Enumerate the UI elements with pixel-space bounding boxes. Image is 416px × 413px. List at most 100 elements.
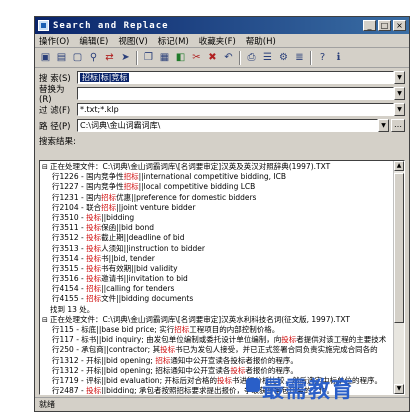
- result-row[interactable]: 行 3512 - 投标截止期||deadline of bid: [42, 233, 391, 243]
- options-icon[interactable]: ☰: [260, 50, 275, 65]
- result-row[interactable]: 行 4155 - 招标文件||bidding documents: [42, 294, 391, 304]
- file-header-row[interactable]: ⊟ 正在处理文件：C:\词典\金山词霸词库\[名词要审定]汉英水利科技名词(征文版…: [42, 315, 391, 325]
- settings-icon[interactable]: ⚙: [276, 50, 291, 65]
- path-input[interactable]: C:\词典\金山词霸词库\: [77, 119, 378, 132]
- results-pane[interactable]: ⊟ 正在处理文件：C:\词典\金山词霸词库\[名词要审定]汉英及英汉对照辞典(19…: [39, 160, 405, 395]
- toolbar: ▣ ▤ ▢ ⚲ ⇄ ➤ ❐ ▦ ◧ ✂ ✖ ↶ ⎙ ☰ ⚙ ≣ ? ℹ: [35, 48, 409, 68]
- result-text: - 国内竞争性: [80, 172, 124, 182]
- line-number-label: 行: [52, 335, 60, 345]
- line-number: 250: [59, 345, 74, 355]
- menu-edit[interactable]: 编辑(E): [79, 35, 108, 47]
- collapse-icon[interactable]: ⊟: [42, 162, 50, 172]
- line-number: 4155: [59, 294, 79, 304]
- result-row[interactable]: 行 1231 - 国内招标优惠||preference for domestic…: [42, 193, 391, 203]
- paste-icon[interactable]: ▦: [157, 50, 172, 65]
- line-number-label: 行: [52, 355, 60, 365]
- info-icon[interactable]: ℹ: [331, 50, 346, 65]
- result-row[interactable]: 行 3513 - 投标人须知||instruction to bidder: [42, 244, 391, 254]
- delete-icon[interactable]: ✖: [205, 50, 220, 65]
- line-number-label: 行: [52, 294, 60, 304]
- maximize-button[interactable]: □: [378, 20, 391, 31]
- match-highlight: 投标: [86, 263, 102, 273]
- help-icon[interactable]: ?: [315, 50, 330, 65]
- file-header-row[interactable]: ⊟ 正在处理文件：C:\词典\金山词霸词库\[名词要审定]汉英及英汉对照辞典(19…: [42, 162, 391, 172]
- replace-dropdown-icon[interactable]: ▼: [394, 87, 405, 100]
- line-number-label: 行: [52, 284, 60, 294]
- title-bar[interactable]: Search and Replace _ □ ×: [35, 17, 409, 34]
- line-number: 2487: [59, 386, 79, 395]
- result-row[interactable]: 行 3514 - 投标书||bid, tender: [42, 254, 391, 264]
- path-dropdown-icon[interactable]: ▼: [378, 119, 389, 132]
- replace-icon[interactable]: ⇄: [102, 50, 117, 65]
- browse-button[interactable]: …: [391, 119, 405, 132]
- find-next-icon[interactable]: ➤: [118, 50, 133, 65]
- line-number-label: 行: [52, 243, 60, 253]
- minimize-button[interactable]: _: [363, 20, 376, 31]
- result-row[interactable]: 行 115 - 标底||base bid price; 实行招标工程项目的内部控…: [42, 325, 391, 335]
- result-text: 书有效期||bid validity: [101, 263, 178, 273]
- watermark-logo-icon: [246, 378, 260, 392]
- result-row[interactable]: 行 1226 - 国内竞争性招标||international competit…: [42, 172, 391, 182]
- line-number-label: 行: [52, 345, 60, 355]
- print-icon[interactable]: ⎙: [244, 50, 259, 65]
- line-number: 1719: [59, 375, 79, 385]
- line-number-label: 行: [52, 365, 60, 375]
- close-button[interactable]: ×: [393, 20, 406, 31]
- result-row[interactable]: 行 117 - 标书||bid inquiry; 由发包单位编制或委托设计单位编…: [42, 335, 391, 345]
- replace-label: 替换为(R): [39, 84, 65, 105]
- result-row[interactable]: 行 250 - 承包商||contractor; 其投标书已为发包人接受，并已正…: [42, 345, 391, 355]
- scroll-down-icon[interactable]: ▼: [394, 384, 404, 394]
- watermark-text: 最需教育: [262, 377, 355, 403]
- line-number: 4154: [59, 284, 79, 294]
- match-highlight: 招标: [86, 284, 102, 294]
- open-icon[interactable]: ▣: [38, 50, 53, 65]
- result-row[interactable]: 行 3510 - 投标||bidding: [42, 213, 391, 223]
- search-icon[interactable]: ⚲: [86, 50, 101, 65]
- collapse-icon[interactable]: ⊟: [42, 315, 50, 325]
- copy-icon[interactable]: ❐: [141, 50, 156, 65]
- file-header-text: 正在处理文件：C:\词典\金山词霸词库\[名词要审定]汉英及英汉对照辞典(199…: [50, 162, 331, 171]
- search-dropdown-icon[interactable]: ▼: [394, 71, 405, 84]
- filter-dropdown-icon[interactable]: ▼: [394, 103, 405, 116]
- line-number-label: 行: [52, 325, 60, 334]
- result-row[interactable]: 行 2104 - 联合招标||joint venture bidder: [42, 203, 391, 213]
- scroll-thumb[interactable]: [394, 173, 404, 323]
- menu-mark[interactable]: 标记(M): [158, 35, 189, 47]
- match-highlight: 招标: [101, 192, 117, 202]
- result-text: ||bidding: [101, 212, 135, 222]
- menu-operate[interactable]: 操作(O): [39, 35, 69, 47]
- save-icon[interactable]: ▤: [54, 50, 69, 65]
- filter-input[interactable]: *.txt;*.klp: [77, 103, 394, 116]
- scroll-up-icon[interactable]: ▲: [394, 161, 404, 171]
- list-icon[interactable]: ≣: [292, 50, 307, 65]
- new-icon[interactable]: ▢: [70, 50, 85, 65]
- match-highlight: 招标: [155, 355, 171, 365]
- result-row[interactable]: 行 3511 - 投标保函||bid bond: [42, 223, 391, 233]
- result-text: - 国内: [80, 192, 102, 202]
- match-count-row: 找到 13 处。: [50, 304, 95, 314]
- search-input[interactable]: 招标|标|竞标: [77, 71, 394, 84]
- result-row[interactable]: 行 4154 - 招标||calling for tenders: [42, 284, 391, 294]
- result-row[interactable]: 行 3516 - 投标邀请书||invitation to bid: [42, 274, 391, 284]
- result-row[interactable]: 行 1312 - 开标||bid opening; 招标通知中公开宣读各投标者报…: [42, 356, 391, 366]
- line-number: 3515: [59, 263, 79, 273]
- menu-help[interactable]: 帮助(H): [246, 35, 276, 47]
- line-number-label: 行: [52, 172, 60, 182]
- result-row[interactable]: 行 1227 - 国内竞争性招标||local competitive bidd…: [42, 182, 391, 192]
- match-highlight: 投标: [86, 223, 102, 233]
- result-text: 书已为发包人接受，并已正式签署合同负责实施完成合同各的: [175, 345, 378, 355]
- zip-icon[interactable]: ◧: [173, 50, 188, 65]
- line-number: 3512: [59, 233, 79, 243]
- replace-input[interactable]: [77, 87, 394, 100]
- line-number-label: 行: [52, 233, 60, 243]
- cut-icon[interactable]: ✂: [189, 50, 204, 65]
- vertical-scrollbar[interactable]: ▲ ▼: [393, 161, 404, 394]
- line-number: 117: [59, 335, 74, 345]
- menu-favorites[interactable]: 收藏夹(F): [199, 35, 236, 47]
- undo-icon[interactable]: ↶: [221, 50, 236, 65]
- line-number: 3511: [59, 223, 79, 233]
- menu-view[interactable]: 视图(V): [118, 35, 147, 47]
- menu-bar: 操作(O) 编辑(E) 视图(V) 标记(M) 收藏夹(F) 帮助(H): [35, 34, 409, 48]
- match-highlight: 投标: [230, 365, 246, 375]
- result-row[interactable]: 行 3515 - 投标书有效期||bid validity: [42, 264, 391, 274]
